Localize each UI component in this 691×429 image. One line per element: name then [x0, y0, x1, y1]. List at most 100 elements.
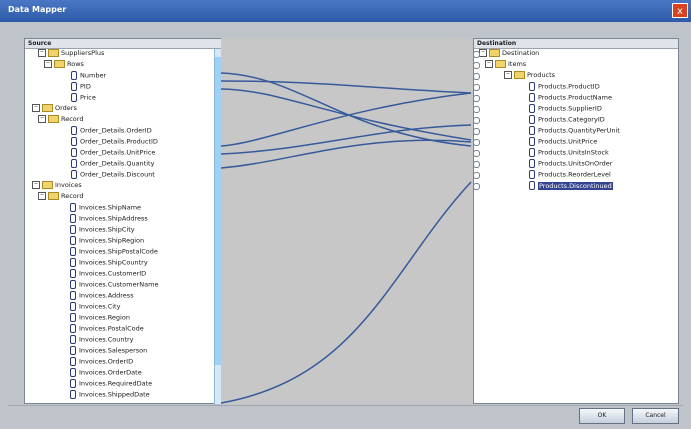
- ok-button[interactable]: OK: [579, 408, 625, 424]
- source-tree-item[interactable]: − Record: [38, 192, 83, 201]
- collapse-icon[interactable]: −: [38, 49, 46, 57]
- destination-tree-item[interactable]: Products.UnitsInStock: [529, 148, 609, 157]
- collapse-icon[interactable]: −: [38, 192, 46, 200]
- mapping-port-icon[interactable]: [474, 183, 480, 190]
- collapse-icon[interactable]: −: [485, 60, 493, 68]
- source-tree-item[interactable]: Order_Details.ProductID: [71, 137, 158, 146]
- field-icon: [529, 181, 535, 190]
- mapping-port-icon[interactable]: [474, 73, 480, 80]
- destination-tree-item[interactable]: Products.QuantityPerUnit: [529, 126, 620, 135]
- destination-tree-item[interactable]: − Products: [504, 71, 555, 80]
- source-tree-item[interactable]: − Orders: [32, 104, 77, 113]
- destination-tree-item[interactable]: Products.ProductName: [529, 93, 612, 102]
- field-icon: [70, 291, 76, 300]
- source-tree-item[interactable]: Invoices.ShipCountry: [70, 258, 148, 267]
- mapping-canvas[interactable]: [220, 38, 473, 404]
- source-tree-item[interactable]: Invoices.OrderDate: [70, 368, 142, 377]
- mapping-port-icon[interactable]: [474, 95, 480, 102]
- tree-item-label: Record: [61, 115, 84, 123]
- mapping-port-icon[interactable]: [474, 84, 480, 91]
- field-icon: [70, 214, 76, 223]
- close-icon[interactable]: x: [672, 3, 688, 18]
- collapse-icon[interactable]: −: [44, 60, 52, 68]
- field-icon: [71, 137, 77, 146]
- source-tree-item[interactable]: Invoices.ShipPostalCode: [70, 247, 158, 256]
- mapping-port-icon[interactable]: [474, 51, 480, 58]
- tree-item-label: Number: [80, 71, 107, 80]
- mapping-port-icon[interactable]: [474, 128, 480, 135]
- collapse-icon[interactable]: −: [32, 181, 40, 189]
- field-icon: [529, 104, 535, 113]
- source-tree-item[interactable]: Invoices.Salesperson: [70, 346, 147, 355]
- source-tree-item[interactable]: Invoices.ShipCity: [70, 225, 135, 234]
- tree-item-label: Products.SupplierID: [538, 104, 602, 113]
- field-icon: [70, 247, 76, 256]
- tree-item-label: Invoices.ShipCountry: [79, 258, 148, 267]
- source-tree-item[interactable]: Invoices.OrderID: [70, 357, 133, 366]
- folder-icon: [42, 104, 53, 112]
- source-tree-item[interactable]: Order_Details.OrderID: [71, 126, 152, 135]
- mapping-port-icon[interactable]: [474, 62, 480, 69]
- collapse-icon[interactable]: −: [504, 71, 512, 79]
- tree-item-label: Invoices.ShipCity: [79, 225, 135, 234]
- cancel-button[interactable]: Cancel: [632, 408, 679, 424]
- destination-tree-item[interactable]: Products.ProductID: [529, 82, 600, 91]
- destination-tree-item[interactable]: Products.ReorderLevel: [529, 170, 611, 179]
- destination-tree-item[interactable]: − Items: [485, 60, 526, 69]
- source-tree-item[interactable]: Invoices.CustomerName: [70, 280, 158, 289]
- source-tree-item[interactable]: Invoices.ShipRegion: [70, 236, 144, 245]
- source-tree-item[interactable]: Invoices.CustomerID: [70, 269, 146, 278]
- source-panel: Source − SuppliersPlus − Rows Number PID Price…: [24, 38, 222, 404]
- mapping-port-icon[interactable]: [474, 172, 480, 179]
- source-tree-item[interactable]: − Rows: [44, 60, 84, 69]
- destination-tree-item[interactable]: Products.UnitsOnOrder: [529, 159, 612, 168]
- field-icon: [70, 203, 76, 212]
- mapping-port-icon[interactable]: [474, 106, 480, 113]
- source-tree-item[interactable]: − SuppliersPlus: [38, 49, 104, 58]
- destination-tree-item[interactable]: − Destination: [479, 49, 539, 58]
- source-tree-item[interactable]: Invoices.Region: [70, 313, 130, 322]
- tree-item-label: Invoices.OrderID: [79, 357, 134, 366]
- source-tree-item[interactable]: Invoices.ShippedDate: [70, 390, 150, 399]
- destination-tree-item[interactable]: Products.Discontinued: [529, 181, 613, 190]
- collapse-icon[interactable]: −: [38, 115, 46, 123]
- source-tree-item[interactable]: Invoices.City: [70, 302, 120, 311]
- source-tree-item[interactable]: Price: [71, 93, 96, 102]
- source-tree-item[interactable]: Order_Details.Quantity: [71, 159, 154, 168]
- field-icon: [529, 159, 535, 168]
- source-tree-item[interactable]: Order_Details.Discount: [71, 170, 155, 179]
- source-tree-item[interactable]: − Record: [38, 115, 83, 124]
- destination-tree-item[interactable]: Products.CategoryID: [529, 115, 605, 124]
- tree-item-label: Products.UnitPrice: [538, 137, 598, 146]
- tree-item-label: Products.CategoryID: [538, 115, 605, 124]
- folder-icon: [495, 60, 506, 68]
- source-tree-item[interactable]: PID: [71, 82, 91, 91]
- field-icon: [71, 170, 77, 179]
- source-tree-item[interactable]: Order_Details.UnitPrice: [71, 148, 155, 157]
- field-icon: [529, 82, 535, 91]
- mapping-port-icon[interactable]: [474, 117, 480, 124]
- source-tree-item[interactable]: Number: [71, 71, 106, 80]
- source-tree-item[interactable]: Invoices.PostalCode: [70, 324, 144, 333]
- tree-item-label: Products: [527, 71, 556, 79]
- source-tree-item[interactable]: Invoices.ShipName: [70, 203, 141, 212]
- collapse-icon[interactable]: −: [32, 104, 40, 112]
- tree-item-label: Products.ProductID: [538, 82, 600, 91]
- mapping-port-icon[interactable]: [474, 161, 480, 168]
- field-icon: [71, 159, 77, 168]
- field-icon: [70, 390, 76, 399]
- mapping-port-icon[interactable]: [474, 139, 480, 146]
- source-tree-item[interactable]: Invoices.Address: [70, 291, 134, 300]
- field-icon: [70, 313, 76, 322]
- source-tree-item[interactable]: Invoices.RequiredDate: [70, 379, 152, 388]
- destination-tree-item[interactable]: Products.SupplierID: [529, 104, 602, 113]
- folder-icon: [48, 49, 59, 57]
- collapse-icon[interactable]: −: [479, 49, 487, 57]
- source-tree-item[interactable]: Invoices.ShipAddress: [70, 214, 148, 223]
- tree-item-label: Invoices.City: [79, 302, 121, 311]
- source-tree-item[interactable]: − Invoices: [32, 181, 82, 190]
- destination-tree-item[interactable]: Products.UnitPrice: [529, 137, 597, 146]
- field-icon: [70, 379, 76, 388]
- source-tree-item[interactable]: Invoices.Country: [70, 335, 134, 344]
- mapping-port-icon[interactable]: [474, 150, 480, 157]
